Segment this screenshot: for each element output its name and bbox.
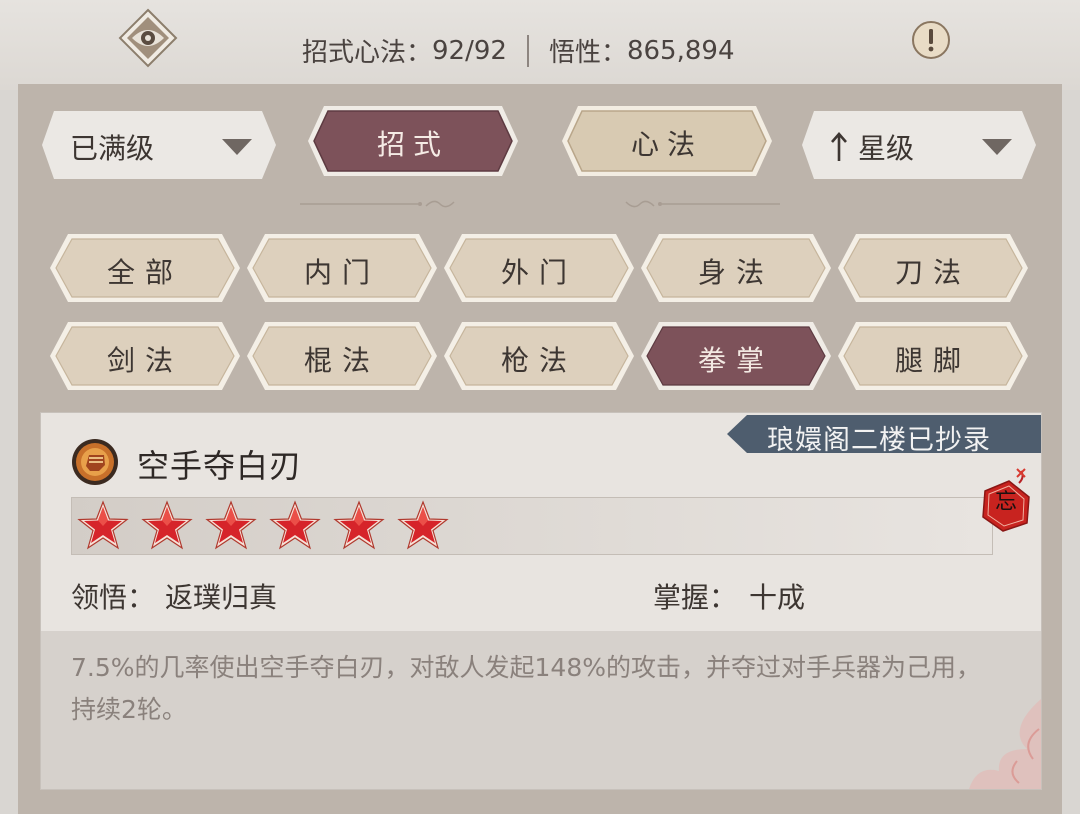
forget-seal-text: 忘 [994, 490, 1017, 515]
category-inner-school[interactable]: 内门 [245, 232, 439, 304]
eye-toggle-button[interactable] [118, 8, 178, 68]
chevron-down-icon [982, 139, 1012, 155]
star-icon [141, 500, 193, 550]
category-label: 剑法 [106, 344, 183, 377]
skill-count-label: 招式心法： [302, 38, 433, 68]
category-label: 拳掌 [697, 344, 774, 377]
star-rating [76, 500, 450, 552]
category-label: 外门 [500, 256, 577, 289]
chevron-down-icon [222, 139, 252, 155]
category-label: 内门 [303, 256, 380, 289]
insight-value: 865,894 [626, 35, 735, 66]
info-button[interactable] [911, 20, 951, 60]
level-filter-dropdown[interactable]: 已满级 [40, 109, 278, 181]
skill-count-value: 92/92 [432, 35, 507, 66]
fist-skill-icon [71, 438, 119, 486]
star-rating-bar [71, 497, 993, 555]
skill-name: 空手夺白刃 [137, 447, 303, 485]
star-icon [397, 500, 449, 550]
exclamation-icon [912, 21, 950, 59]
divider-ornament [625, 200, 780, 208]
category-label: 枪法 [500, 344, 577, 377]
category-staff[interactable]: 棍法 [245, 320, 439, 392]
level-filter-label: 已满级 [70, 132, 155, 165]
category-leg-kick[interactable]: 腿脚 [836, 320, 1030, 392]
category-outer-school[interactable]: 外门 [442, 232, 636, 304]
divider-ornament [300, 200, 455, 208]
category-label: 刀法 [894, 256, 971, 289]
cloud-decoration-icon [969, 699, 1041, 789]
eye-icon [118, 8, 178, 68]
category-label: 身法 [697, 256, 774, 289]
star-icon [205, 500, 257, 550]
tab-moves-label: 招式 [376, 128, 449, 161]
category-saber[interactable]: 刀法 [836, 232, 1030, 304]
sort-label: 星级 [858, 132, 915, 165]
category-sword[interactable]: 剑法 [48, 320, 242, 392]
tab-moves[interactable]: 招式 [306, 104, 520, 178]
mastery-label: 掌握： [653, 581, 738, 614]
category-fist-palm[interactable]: 拳掌 [639, 320, 833, 392]
resource-stats: 招式心法： 92/92 悟性： 865,894 [302, 32, 735, 69]
arrow-up-icon [831, 132, 847, 161]
comprehension-label: 领悟： [71, 581, 156, 614]
sort-dropdown[interactable]: 星级 [800, 109, 1038, 181]
divider [526, 34, 529, 67]
category-all[interactable]: 全部 [48, 232, 242, 304]
tab-mind-method[interactable]: 心法 [560, 104, 774, 178]
insight-label: 悟性： [548, 38, 627, 68]
tab-mind-method-label: 心法 [630, 128, 703, 161]
category-movement[interactable]: 身法 [639, 232, 833, 304]
forget-button[interactable]: 忘 [977, 467, 1035, 533]
star-icon [333, 500, 385, 550]
comprehension-value: 返璞归真 [165, 581, 278, 614]
category-label: 全部 [106, 256, 183, 289]
category-spear[interactable]: 枪法 [442, 320, 636, 392]
mastery-value: 十成 [749, 581, 806, 614]
star-icon [77, 500, 129, 550]
skill-card[interactable]: 琅嬛阁二楼已抄录 空手夺白刃 忘 领悟： 返璞归真 掌握： 十成 7.5%的几率… [40, 412, 1042, 790]
category-label: 腿脚 [894, 344, 971, 377]
copied-status-banner: 琅嬛阁二楼已抄录 [727, 415, 1041, 456]
category-label: 棍法 [303, 344, 380, 377]
star-icon [269, 500, 321, 550]
copied-status-text: 琅嬛阁二楼已抄录 [767, 425, 991, 456]
skill-description: 7.5%的几率使出空手夺白刃，对敌人发起148%的攻击，并夺过对手兵器为己用，持… [71, 653, 981, 724]
